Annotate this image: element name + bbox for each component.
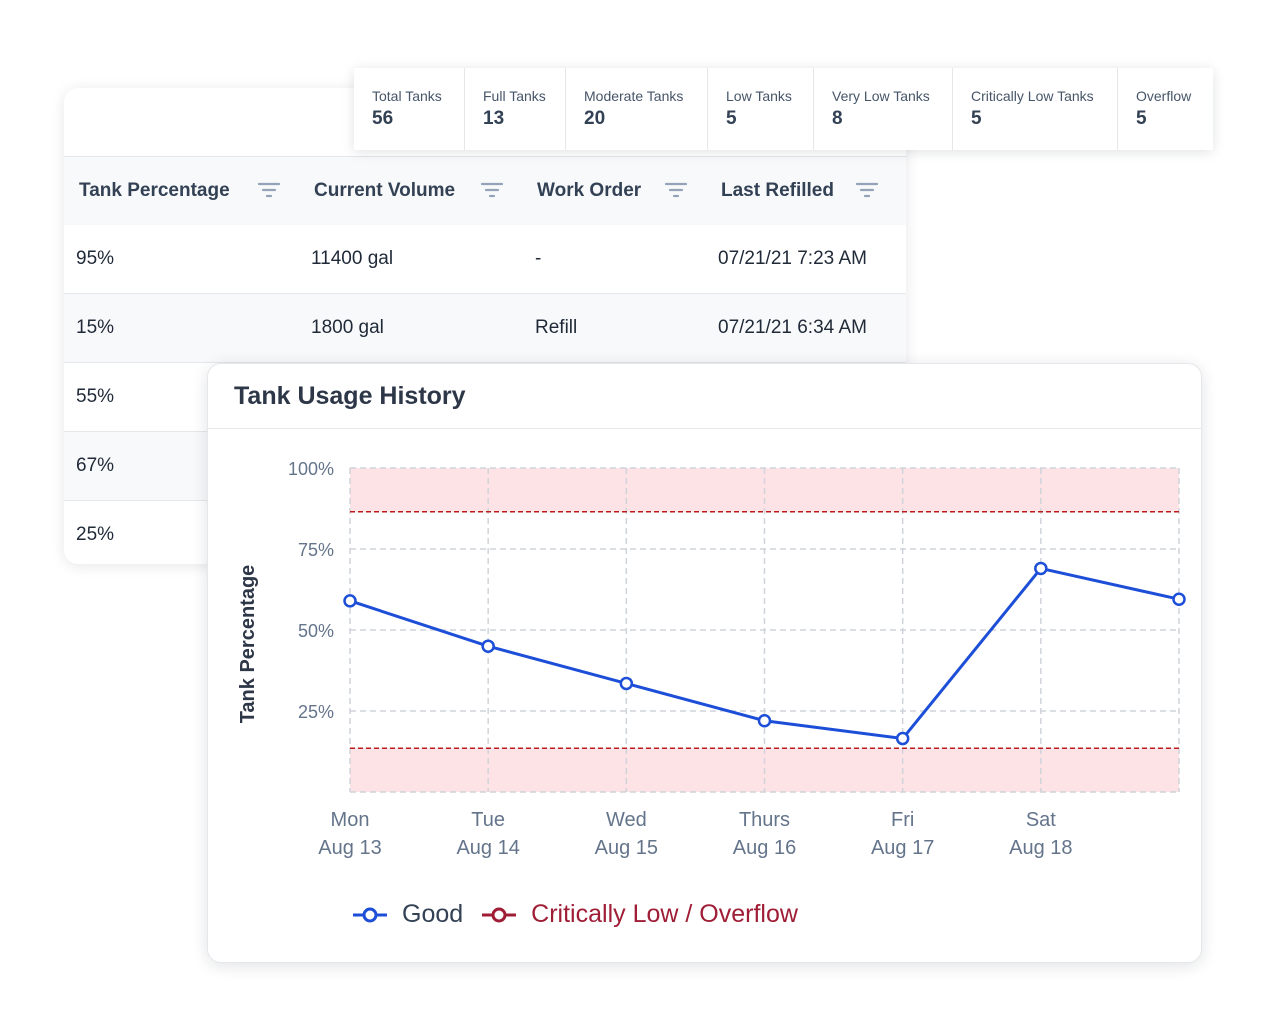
data-point [619, 676, 634, 691]
table-row[interactable]: 95% 11400 gal - 07/21/21 7:23 AM [64, 225, 906, 294]
legend-label: Good [402, 900, 464, 928]
column-header-current-volume[interactable]: Current Volume [314, 157, 455, 225]
filter-icon[interactable] [665, 181, 687, 199]
y-tick-label: 50% [298, 621, 334, 641]
x-tick-label: Aug 16 [733, 837, 796, 859]
stat-total-tanks[interactable]: Total Tanks 56 [354, 68, 465, 150]
tank-percentage-cell: 67% [76, 455, 115, 476]
work-order-cell: - [535, 248, 542, 269]
legend-item-good[interactable]: Good [352, 900, 463, 929]
stat-low-tanks[interactable]: Low Tanks 5 [708, 68, 814, 150]
stat-moderate-tanks[interactable]: Moderate Tanks 20 [566, 68, 708, 150]
stat-overflow[interactable]: Overflow 5 [1118, 68, 1213, 150]
x-tick-label: Thurs [739, 809, 790, 831]
x-tick-label: Sat [1026, 809, 1056, 831]
stat-critically-low-tanks[interactable]: Critically Low Tanks 5 [953, 68, 1118, 150]
stat-full-tanks[interactable]: Full Tanks 13 [465, 68, 566, 150]
column-header-last-refilled[interactable]: Last Refilled [721, 157, 834, 225]
data-point [1034, 561, 1048, 576]
legend-line-marker-icon [353, 907, 387, 922]
tank-percentage-cell: 95% [76, 248, 115, 269]
data-point [895, 731, 910, 746]
legend-line-marker-icon [482, 907, 517, 922]
y-axis-label: Tank Percentage [237, 565, 259, 724]
column-header-work-order[interactable]: Work Order [537, 157, 641, 225]
x-tick-label: Tue [471, 809, 505, 831]
filter-icon[interactable] [856, 181, 878, 199]
current-volume-cell: 1800 gal [311, 317, 384, 338]
x-tick-label: Wed [606, 809, 647, 831]
table-header: Tank Percentage Current Volume Work Orde… [64, 156, 906, 226]
x-tick-label: Fri [891, 809, 914, 831]
current-volume-cell: 11400 gal [311, 248, 394, 269]
work-order-cell: Refill [535, 317, 578, 338]
tank-stats-bar: Total Tanks 56 Full Tanks 13 Moderate Ta… [354, 68, 1213, 150]
column-header-tank-percentage[interactable]: Tank Percentage [79, 157, 230, 225]
data-point [1172, 592, 1186, 606]
x-tick-label: Aug 18 [1009, 837, 1072, 859]
last-refilled-cell: 07/21/21 7:23 AM [718, 248, 867, 269]
x-tick-label: Aug 15 [595, 837, 658, 859]
tank-percentage-cell: 15% [76, 317, 115, 338]
tank-usage-line-chart: 100% 75% 50% 25% Tank Percentage Mon Aug 13 Tue… [237, 459, 1186, 859]
legend-label: Critically Low / Overflow [531, 900, 798, 928]
data-point [757, 713, 772, 728]
x-tick-label: Aug 14 [456, 837, 519, 859]
stat-very-low-tanks[interactable]: Very Low Tanks 8 [814, 68, 953, 150]
data-point [343, 594, 357, 608]
legend-item-critically-low-overflow[interactable]: Critically Low / Overflow [481, 900, 798, 929]
x-tick-label: Aug 17 [871, 837, 934, 859]
y-tick-label: 100% [288, 459, 334, 479]
filter-icon[interactable] [481, 181, 503, 199]
last-refilled-cell: 07/21/21 6:34 AM [718, 317, 867, 338]
x-tick-label: Mon [331, 809, 370, 831]
y-tick-label: 25% [298, 702, 334, 722]
filter-icon[interactable] [258, 181, 280, 199]
tank-percentage-cell: 25% [76, 524, 115, 545]
tank-percentage-cell: 55% [76, 386, 115, 407]
data-point [481, 639, 495, 653]
chart-legend: Good Critically Low / Overflow [352, 900, 816, 929]
x-tick-label: Aug 13 [318, 837, 381, 859]
y-tick-label: 75% [298, 540, 334, 560]
table-row[interactable]: 15% 1800 gal Refill 07/21/21 6:34 AM [64, 294, 906, 363]
tank-usage-history-card: Tank Usage History 100% 75% 50% 25% Tank Per… [207, 363, 1202, 963]
